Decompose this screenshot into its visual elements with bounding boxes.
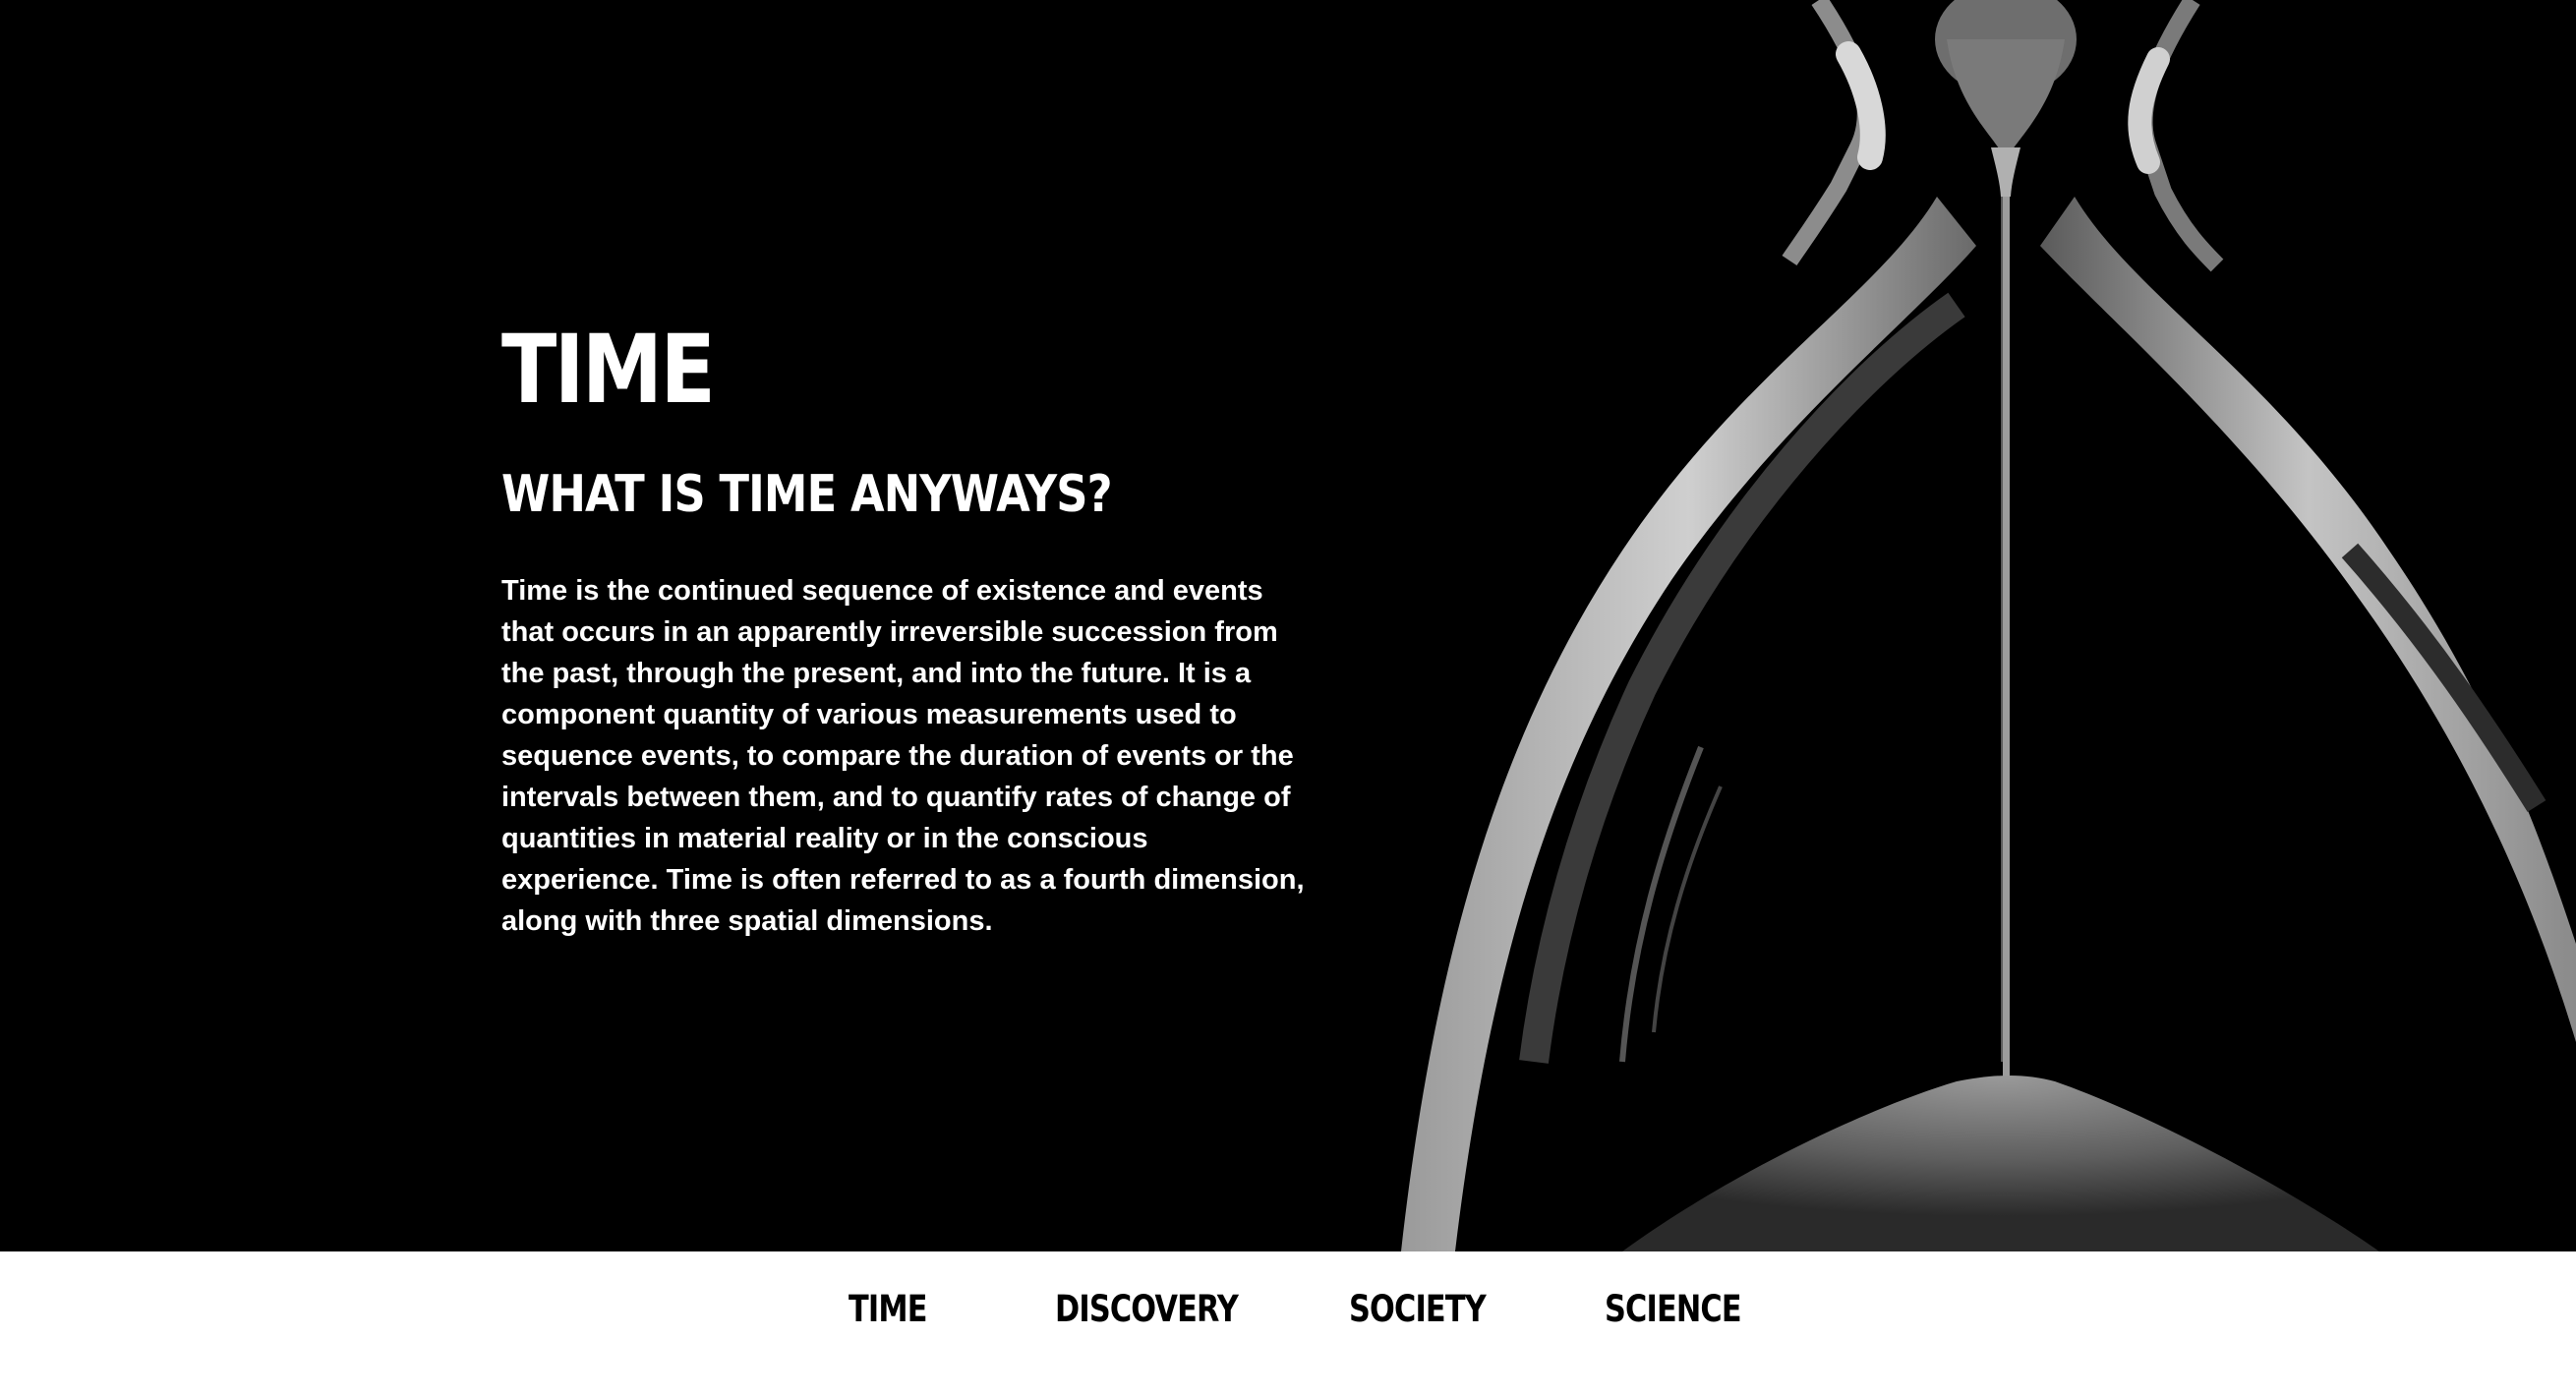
bottom-navigation: TIME DISCOVERY SOCIETY SCIENCE: [0, 1251, 2576, 1396]
description-text: Time is the continued sequence of existe…: [501, 575, 1305, 937]
hero-section: TIME WHAT IS TIME ANYWAYS? Time is the c…: [0, 0, 2576, 1251]
nav-item-time[interactable]: TIME: [849, 1287, 927, 1332]
nav-item-society[interactable]: SOCIETY: [1349, 1287, 1487, 1332]
section-subtitle: WHAT IS TIME ANYWAYS?: [501, 465, 1113, 524]
hero-content: TIME WHAT IS TIME ANYWAYS? Time is the c…: [501, 313, 1317, 942]
hourglass-image: [1401, 0, 2576, 1251]
nav-item-science[interactable]: SCIENCE: [1605, 1287, 1742, 1332]
page-title: TIME: [501, 315, 716, 425]
nav-item-discovery[interactable]: DISCOVERY: [1055, 1287, 1239, 1332]
